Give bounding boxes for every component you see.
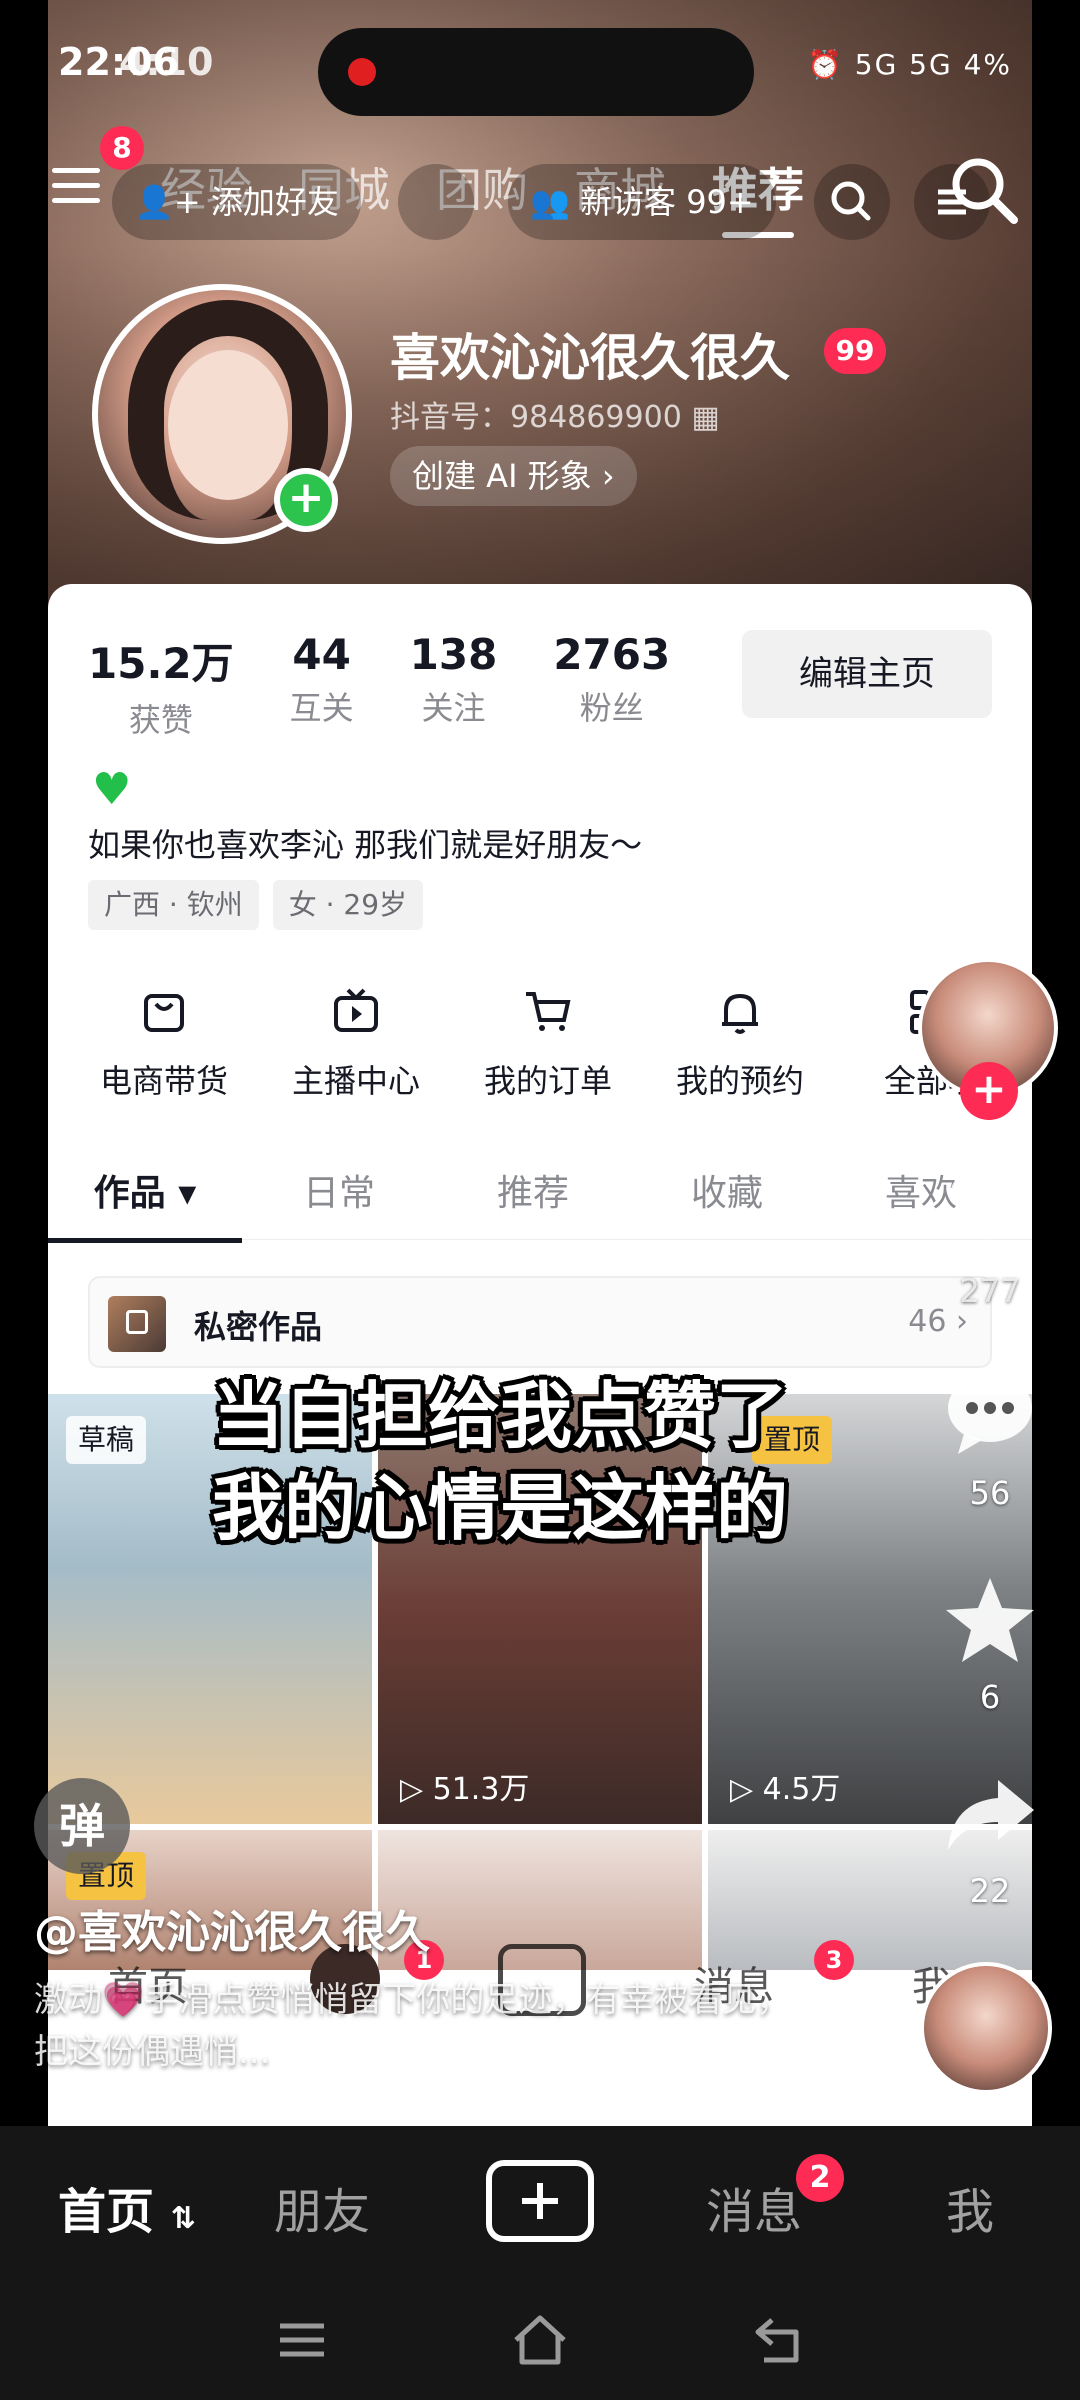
private-works-row[interactable]: 私密作品 46 › (88, 1276, 992, 1368)
shopping-bag-icon (144, 994, 184, 1032)
like-count: 277 (959, 1272, 1021, 1310)
bottom-tab-bar: 首页 ⇅ 朋友 消息 2 我 (0, 2126, 1080, 2276)
video-author[interactable]: @喜欢沁沁很久很久 (34, 1896, 430, 1960)
comment-count: 56 (969, 1474, 1011, 1512)
play-count: ▷ 51.3万 (400, 1772, 530, 1807)
chevron-right-icon: › (601, 457, 615, 495)
messages-badge: 2 (796, 2154, 844, 2202)
search-button-small[interactable] (814, 164, 890, 240)
comment-button[interactable] (942, 1364, 1038, 1460)
visitors-icon: 👥 (530, 183, 581, 221)
top-navigation: 8 经验 同城 团购 商城 推荐 👤+ 添加好友 👥 新访客 99+ (48, 126, 1032, 240)
like-button[interactable] (942, 1158, 1038, 1254)
stat-likes[interactable]: 15.2万 获赞 (88, 630, 234, 741)
menu-recents-icon[interactable] (272, 2310, 332, 2370)
tools-row: 电商带货 主播中心 我的订单 我的预约 全部功 (68, 984, 1028, 1102)
system-navigation (0, 2276, 1080, 2400)
add-friend-button[interactable]: 👤+ 添加好友 (112, 164, 361, 240)
status-time: 22:064:10 (58, 40, 214, 84)
home-icon[interactable] (510, 2310, 570, 2370)
stat-followers[interactable]: 2763 粉丝 (553, 630, 670, 741)
search-icon (831, 181, 871, 221)
content-tabs: 作品 ▾ 日常 推荐 收藏 喜欢 (48, 1154, 1032, 1243)
cart-icon (526, 992, 571, 1031)
profile-bio: 如果你也喜欢李沁 那我们就是好朋友～ (88, 826, 643, 864)
gender-age-tag: 女 · 29岁 (272, 880, 424, 930)
menu-icon[interactable] (52, 168, 100, 208)
tool-appointments[interactable]: 我的预约 (644, 984, 836, 1102)
video-description[interactable]: 激动💗手滑点赞悄悄留下你的足迹，有幸被看见，把这份偶遇悄... (34, 1974, 794, 2078)
visitors-label: 新访客 99+ (580, 183, 754, 221)
tab-favorites[interactable]: 收藏 (630, 1154, 824, 1239)
search-icon (952, 158, 1018, 224)
menu-badge: 8 (100, 126, 144, 170)
share-count: 22 (969, 1872, 1011, 1910)
search-button[interactable] (944, 150, 1024, 230)
danmaku-toggle[interactable]: 弹 (34, 1778, 130, 1874)
visitors-button[interactable]: 👥 新访客 99+ (508, 164, 776, 240)
status-icons: ⏰ 5G 5G 4% (806, 48, 1012, 81)
caption-line-1: 当自担给我点赞了 (211, 1374, 788, 1458)
back-icon[interactable] (750, 2310, 810, 2370)
history-button[interactable] (398, 164, 474, 240)
comment-icon (948, 1374, 1032, 1454)
dynamic-island (318, 28, 754, 116)
tab-friends[interactable]: 朋友 (274, 2172, 370, 2242)
tab-works[interactable]: 作品 ▾ (48, 1154, 242, 1243)
star-icon (946, 1578, 1034, 1662)
tab-recommend-works[interactable]: 推荐 (436, 1154, 630, 1239)
share-button[interactable] (942, 1766, 1038, 1862)
create-ai-button[interactable]: 创建 AI 形象 › (390, 446, 637, 506)
recording-indicator (348, 58, 376, 86)
location-tag: 广西 · 钦州 (88, 880, 259, 930)
level-badge: 99 (824, 328, 886, 374)
inner-messages-badge: 3 (814, 1940, 854, 1980)
bell-icon (722, 993, 758, 1034)
video-caption: 当自担给我点赞了 我的心情是这样的 (120, 1370, 880, 1554)
tab-home[interactable]: 首页 ⇅ (58, 2172, 196, 2242)
play-count: ▷ 4.5万 (730, 1772, 841, 1807)
caption-line-2: 我的心情是这样的 (211, 1466, 788, 1550)
tv-icon (334, 988, 378, 1032)
edit-profile-button[interactable]: 编辑主页 (742, 630, 992, 718)
refresh-swap-icon: ⇅ (170, 2201, 196, 2236)
lock-icon (126, 1310, 148, 1334)
add-friend-icon: 👤+ (134, 183, 211, 221)
tab-messages[interactable]: 消息 (706, 2172, 802, 2242)
douyin-id[interactable]: 抖音号：984869900 ▦ (390, 392, 720, 436)
video-frame[interactable]: ⏰ 5G 5G 4% 8 经验 同城 团购 商城 推荐 👤+ 添加好友 👥 新访… (0, 0, 1080, 2126)
stat-following[interactable]: 138 关注 (410, 630, 498, 741)
caret-down-icon: ▾ (178, 1173, 197, 1214)
tool-ecommerce[interactable]: 电商带货 (68, 984, 260, 1102)
music-disc-avatar[interactable] (920, 1962, 1052, 2094)
share-arrow-icon (948, 1780, 1034, 1850)
qrcode-icon: ▦ (691, 400, 720, 435)
green-heart-icon: ♥ (92, 764, 132, 815)
create-post-button[interactable] (486, 2160, 594, 2242)
add-avatar-button[interactable]: + (274, 468, 338, 532)
tool-streamer[interactable]: 主播中心 (260, 984, 452, 1102)
profile-tags: 广西 · 钦州 女 · 29岁 (88, 880, 424, 930)
follow-button[interactable]: + (960, 1062, 1018, 1120)
add-friend-label: 添加好友 (210, 183, 339, 221)
stat-mutual[interactable]: 44 互关 (290, 630, 354, 741)
private-title: 私密作品 (194, 1308, 323, 1346)
profile-card: 15.2万 获赞 44 互关 138 关注 2763 粉丝 编辑主页 ♥ 如果你也喜欢李… (48, 584, 1032, 2126)
tab-daily[interactable]: 日常 (242, 1154, 436, 1239)
tool-orders[interactable]: 我的订单 (452, 984, 644, 1102)
stats-row: 15.2万 获赞 44 互关 138 关注 2763 粉丝 (88, 630, 670, 741)
profile-screen: ⏰ 5G 5G 4% 8 经验 同城 团购 商城 推荐 👤+ 添加好友 👥 新访… (48, 0, 1032, 2126)
heart-icon (950, 1172, 1030, 1240)
favorite-count: 6 (979, 1678, 1001, 1716)
favorite-button[interactable] (942, 1572, 1038, 1668)
profile-nickname: 喜欢沁沁很久很久 (390, 329, 790, 387)
tab-me[interactable]: 我 (946, 2172, 994, 2242)
